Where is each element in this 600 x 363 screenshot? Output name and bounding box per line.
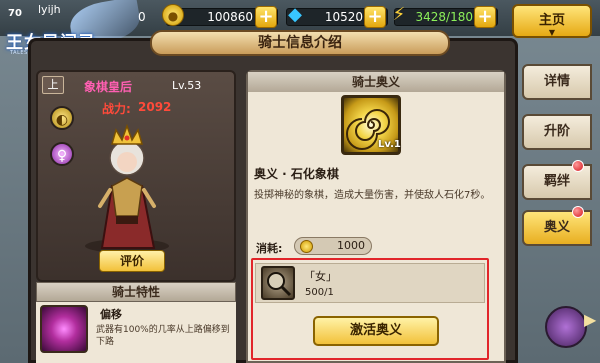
trait-name: 偏移 <box>100 308 122 321</box>
power-label: 战力: <box>102 102 131 116</box>
knight-secret-header: 骑士奥义 <box>248 72 504 92</box>
bond-notification-dot <box>572 160 584 172</box>
player-level-badge: 70 <box>8 8 22 19</box>
knight-rank-badge: 上 <box>42 76 64 94</box>
weapon-type-icon[interactable]: ◐ <box>50 106 74 130</box>
trait-description: 武器有100%的几率从上路偏移到下路 <box>96 325 230 347</box>
home-menu-label: 主页 <box>538 13 565 28</box>
skill-level: Lv.1 <box>378 139 401 150</box>
page-title: 骑士信息介绍 <box>150 30 450 56</box>
chess-piece-material-icon[interactable] <box>261 266 295 300</box>
gold-coin-icon <box>300 240 313 253</box>
skill-description: 投掷神秘的象棋，造成大量伤害，并使敌人石化7秒。 <box>254 190 491 201</box>
chevron-down-icon: ▼ <box>548 28 556 37</box>
power-value: 2092 <box>138 100 172 114</box>
username-label: lyijh <box>38 3 61 16</box>
knight-trait-header: 骑士特性 <box>36 282 236 302</box>
cost-label: 消耗: <box>256 242 283 255</box>
activate-secret-button[interactable]: 激活奥义 <box>313 316 439 346</box>
gold-coin-icon: ● <box>162 4 184 26</box>
notice-count: 0 <box>138 10 146 24</box>
evaluate-button[interactable]: 评价 <box>99 250 165 272</box>
knight-level: Lv.53 <box>172 79 202 92</box>
lightning-icon: ⚡ <box>392 4 406 25</box>
tab-upgrade[interactable]: 升阶 <box>522 114 592 150</box>
add-energy-button[interactable]: + <box>474 6 496 28</box>
female-gender-icon: ♀ <box>50 142 74 166</box>
material-count: 500/1 <box>305 287 334 298</box>
trait-swirl-icon <box>40 305 88 353</box>
home-menu-button[interactable]: 主页 ▼ <box>512 4 592 38</box>
knight-portrait <box>85 123 169 253</box>
diamond-icon: ◆ <box>288 4 302 25</box>
chevron-right-icon[interactable]: ▶ <box>584 310 596 329</box>
skill-name: 奥义 · 石化象棋 <box>254 167 339 181</box>
add-diamond-button[interactable]: + <box>364 6 386 28</box>
secret-notification-dot <box>572 206 584 218</box>
tab-details[interactable]: 详情 <box>522 64 592 100</box>
knight-name: 象棋皇后 <box>84 80 133 94</box>
material-name: 「女」 <box>304 270 337 283</box>
magnifier-icon <box>267 272 292 297</box>
character-avatar[interactable] <box>545 306 587 348</box>
add-gold-button[interactable]: + <box>255 6 277 28</box>
